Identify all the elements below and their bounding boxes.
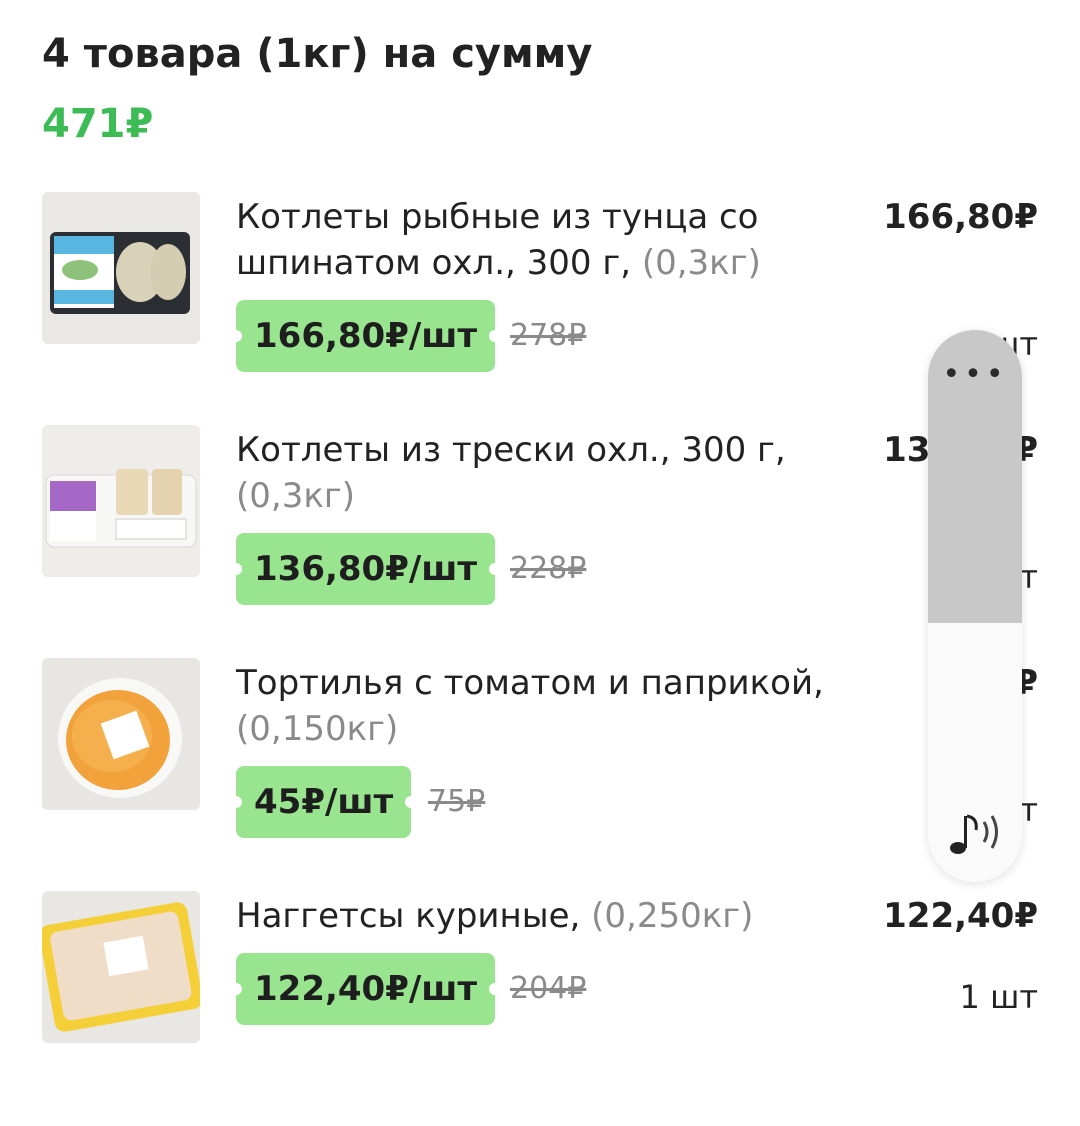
unit-price-badge: 166,80₽/шт bbox=[229, 300, 502, 372]
product-name[interactable]: Котлеты рыбные из тунца со шпинатом охл.… bbox=[236, 194, 856, 286]
product-title: Котлеты из трески охл., 300 г, bbox=[236, 430, 786, 470]
cod-cutlets-package-icon bbox=[42, 425, 200, 577]
list-item[interactable]: Тортилья с томатом и паприкой, (0,150кг)… bbox=[42, 658, 1042, 838]
unit-price-badge: 45₽/шт bbox=[229, 766, 418, 838]
summary-title: 4 товара (1кг) на сумму bbox=[42, 31, 593, 77]
product-name[interactable]: Наггетсы куриные, (0,250кг) bbox=[236, 893, 856, 939]
product-image[interactable] bbox=[42, 425, 200, 577]
fish-cutlets-package-icon bbox=[42, 192, 200, 344]
item-quantity: 1 шт bbox=[959, 978, 1038, 1016]
product-title: Тортилья с томатом и паприкой, bbox=[236, 663, 824, 703]
chicken-nuggets-package-icon bbox=[42, 891, 200, 1043]
volume-slider[interactable]: ••• bbox=[928, 330, 1022, 882]
unit-price-badge: 122,40₽/шт bbox=[229, 953, 502, 1025]
product-weight: (0,3кг) bbox=[641, 243, 761, 283]
old-price: 228₽ bbox=[510, 551, 587, 586]
old-price: 278₽ bbox=[510, 318, 587, 353]
item-sum: 122,40₽ bbox=[883, 896, 1038, 936]
summary-total: 471₽ bbox=[42, 101, 154, 147]
music-note-icon[interactable] bbox=[946, 808, 1006, 858]
product-title: Наггетсы куриные, bbox=[236, 896, 581, 936]
more-dots-icon[interactable]: ••• bbox=[928, 358, 1022, 392]
item-sum: 166,80₽ bbox=[883, 197, 1038, 237]
unit-price-badge: 136,80₽/шт bbox=[229, 533, 502, 605]
list-item[interactable]: Наггетсы куриные, (0,250кг) 122,40₽ 122,… bbox=[42, 891, 1042, 1051]
product-image[interactable] bbox=[42, 192, 200, 344]
old-price: 75₽ bbox=[428, 784, 486, 819]
list-item[interactable]: Котлеты из трески охл., 300 г, (0,3кг) 1… bbox=[42, 425, 1042, 605]
list-item[interactable]: Котлеты рыбные из тунца со шпинатом охл.… bbox=[42, 192, 1042, 372]
old-price: 204₽ bbox=[510, 971, 587, 1006]
order-summary: 4 товара (1кг) на сумму 471₽ bbox=[42, 28, 592, 150]
tortilla-package-icon bbox=[42, 658, 200, 810]
product-image[interactable] bbox=[42, 891, 200, 1043]
product-weight: (0,3кг) bbox=[236, 476, 355, 516]
product-weight: (0,250кг) bbox=[591, 896, 754, 936]
product-weight: (0,150кг) bbox=[236, 709, 399, 749]
product-image[interactable] bbox=[42, 658, 200, 810]
product-name[interactable]: Тортилья с томатом и паприкой, (0,150кг) bbox=[236, 660, 856, 752]
product-name[interactable]: Котлеты из трески охл., 300 г, (0,3кг) bbox=[236, 427, 856, 519]
